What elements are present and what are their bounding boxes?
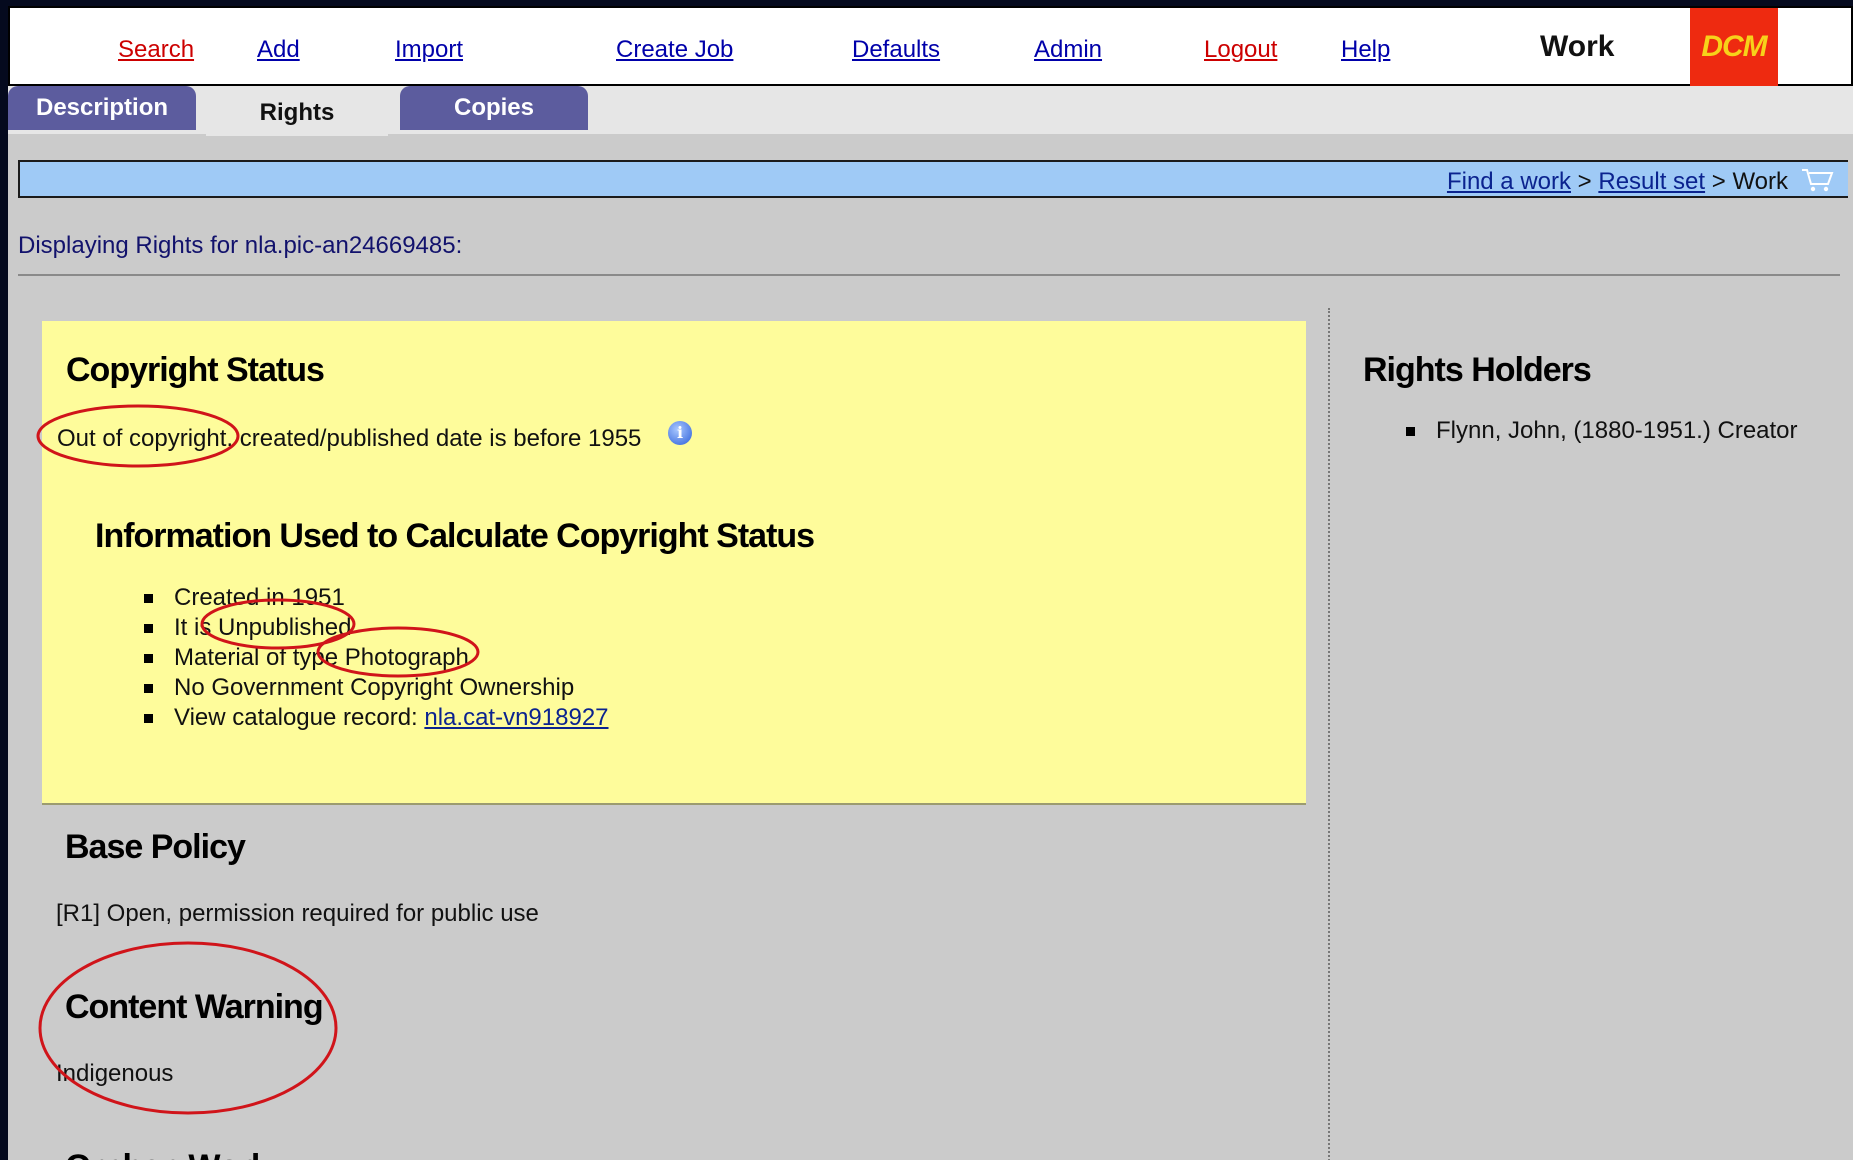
copyright-info-heading: Information Used to Calculate Copyright … [95, 517, 815, 555]
orphan-work-heading: Orphan Work [65, 1148, 270, 1160]
content-warning-text: Indigenous [56, 1060, 174, 1087]
column-divider [1328, 308, 1330, 1160]
tab-description[interactable]: Description [8, 86, 196, 130]
breadcrumb: Find a work > Result set > Work [1447, 168, 1788, 196]
list-item: Flynn, John, (1880-1951.) Creator [1406, 416, 1798, 446]
copyright-status-rest: , created/published date is before 1955 [226, 425, 642, 452]
breadcrumb-separator: > [1711, 168, 1726, 195]
list-item: View catalogue record: nla.cat-vn918927 [144, 703, 609, 733]
base-policy-text: [R1] Open, permission required for publi… [56, 900, 539, 927]
rights-holders-heading: Rights Holders [1363, 351, 1592, 389]
breadcrumb-result-set[interactable]: Result set [1598, 168, 1705, 195]
breadcrumb-bar: Find a work > Result set > Work [18, 160, 1848, 198]
shopping-cart-icon[interactable] [1800, 166, 1834, 194]
breadcrumb-separator: > [1577, 168, 1592, 195]
breadcrumb-find-a-work[interactable]: Find a work [1447, 168, 1571, 195]
rights-holders-list: Flynn, John, (1880-1951.) Creator [1406, 416, 1798, 446]
catalogue-record-link[interactable]: nla.cat-vn918927 [424, 704, 608, 731]
copyright-status-panel: Copyright Status Out of copyright, creat… [42, 321, 1306, 805]
copyright-status-emph: Out of copyright [57, 425, 227, 452]
list-item: No Government Copyright Ownership [144, 673, 609, 703]
tab-rights[interactable]: Rights [206, 90, 388, 136]
list-item: Created in 1951 [144, 583, 609, 613]
display-rights-line: Displaying Rights for nla.pic-an24669485… [18, 232, 463, 259]
nav-logout-link[interactable]: Logout [1204, 36, 1277, 64]
app-window: Search Add Import Create Job Defaults Ad… [8, 6, 1853, 1160]
list-item: Material of type Photograph [144, 643, 609, 673]
copyright-status-text: Out of copyright, created/published date… [57, 425, 641, 453]
page-title: Work [1540, 30, 1615, 63]
tab-copies[interactable]: Copies [400, 86, 588, 130]
nav-create-job-link[interactable]: Create Job [616, 36, 733, 64]
nav-search-link[interactable]: Search [118, 36, 194, 64]
breadcrumb-current: Work [1732, 168, 1788, 195]
logo-text: DCM [1701, 30, 1767, 63]
divider [18, 274, 1840, 276]
nav-defaults-link[interactable]: Defaults [852, 36, 940, 64]
nav-admin-link[interactable]: Admin [1034, 36, 1102, 64]
nav-add-link[interactable]: Add [257, 36, 300, 64]
copyright-info-list: Created in 1951 It is Unpublished Materi… [144, 583, 609, 733]
content-warning-heading: Content Warning [65, 988, 324, 1026]
dcm-logo: DCM [1690, 8, 1778, 86]
nav-help-link[interactable]: Help [1341, 36, 1390, 64]
copyright-status-heading: Copyright Status [66, 351, 325, 389]
nav-import-link[interactable]: Import [395, 36, 463, 64]
top-nav: Search Add Import Create Job Defaults Ad… [8, 6, 1853, 86]
list-item: It is Unpublished [144, 613, 609, 643]
info-icon[interactable]: i [668, 421, 692, 445]
base-policy-heading: Base Policy [65, 828, 246, 866]
